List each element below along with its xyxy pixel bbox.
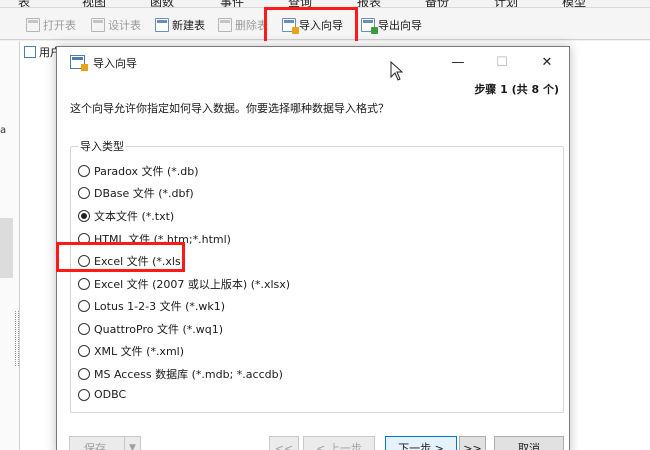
- new-table-icon: [155, 18, 169, 32]
- dialog-titlebar[interactable]: 导入向导 — ☐ ✕: [57, 47, 569, 77]
- menu-function[interactable]: 函数: [150, 0, 174, 7]
- option-label: QuattroPro 文件 (*.wq1): [94, 323, 224, 336]
- navigation-pane: a: [0, 41, 20, 450]
- option-label: Lotus 1-2-3 文件 (*.wk1): [94, 300, 226, 313]
- design-table-icon: [91, 18, 105, 32]
- close-button[interactable]: ✕: [525, 47, 569, 77]
- import-type-label: 导入类型: [78, 138, 126, 154]
- option-label: 文本文件 (*.txt): [94, 210, 175, 223]
- table-icon: [24, 46, 36, 58]
- step-indicator: 步骤 1 (共 8 个): [474, 83, 559, 96]
- minimize-button[interactable]: —: [436, 47, 480, 77]
- dialog-title: 导入向导: [93, 57, 137, 70]
- radio-button[interactable]: [78, 300, 90, 312]
- option-text[interactable]: 文本文件 (*.txt): [78, 208, 174, 224]
- export-wizard-button[interactable]: 导出向导: [361, 15, 422, 35]
- maximize-button[interactable]: ☐: [480, 47, 524, 77]
- option-quattropro[interactable]: QuattroPro 文件 (*.wq1): [78, 321, 223, 337]
- option-xml[interactable]: XML 文件 (*.xml): [78, 343, 184, 359]
- menu-model[interactable]: 模型: [562, 0, 586, 7]
- export-wizard-icon: [361, 18, 378, 34]
- delete-table-button[interactable]: 删除表: [218, 15, 268, 35]
- option-paradox[interactable]: Paradox 文件 (*.db): [78, 163, 199, 179]
- radio-button-selected[interactable]: [78, 210, 90, 222]
- radio-button[interactable]: [78, 323, 90, 335]
- option-dbase[interactable]: DBase 文件 (*.dbf): [78, 185, 194, 201]
- option-label: MS Access 数据库 (*.mdb; *.accdb): [94, 368, 283, 381]
- import-wizard-highlight: [264, 7, 358, 44]
- option-excel-xlsx[interactable]: Excel 文件 (2007 或以上版本) (*.xlsx): [78, 276, 290, 292]
- wizard-description: 这个向导允许你指定如何导入数据。你要选择哪种数据导入格式？: [70, 102, 389, 115]
- cancel-button[interactable]: 取消: [494, 436, 564, 450]
- pane-splitter[interactable]: [15, 311, 19, 366]
- new-table-button[interactable]: 新建表: [155, 15, 205, 35]
- option-lotus[interactable]: Lotus 1-2-3 文件 (*.wk1): [78, 298, 225, 314]
- radio-button[interactable]: [78, 345, 90, 357]
- option-odbc[interactable]: ODBC: [78, 388, 126, 401]
- chevron-down-icon[interactable]: ▼: [124, 437, 140, 450]
- radio-button[interactable]: [78, 278, 90, 290]
- next-button[interactable]: 下一步 >: [385, 436, 457, 450]
- option-label: Excel 文件 (2007 或以上版本) (*.xlsx): [94, 278, 291, 291]
- open-table-label: 打开表: [43, 19, 76, 32]
- option-label: Paradox 文件 (*.db): [94, 165, 199, 178]
- menu-backup[interactable]: 备份: [425, 0, 449, 7]
- menu-view[interactable]: 视图: [82, 0, 106, 7]
- open-table-icon: [26, 18, 40, 32]
- save-label: 保存: [84, 442, 106, 450]
- menu-report[interactable]: 报表: [357, 0, 381, 7]
- option-ms-access[interactable]: MS Access 数据库 (*.mdb; *.accdb): [78, 366, 283, 382]
- design-table-button[interactable]: 设计表: [91, 15, 141, 35]
- import-wizard-icon: [70, 55, 88, 71]
- radio-button[interactable]: [78, 388, 90, 401]
- radio-button[interactable]: [78, 368, 90, 380]
- nav-scrollbar[interactable]: [0, 218, 13, 278]
- radio-button[interactable]: [78, 187, 90, 199]
- first-step-button[interactable]: <<: [269, 436, 299, 450]
- mouse-cursor-icon: [390, 61, 404, 81]
- dialog-footer: 保存 ▼ << < 上一步 下一步 > >> 取消: [57, 431, 569, 450]
- menu-table[interactable]: 表: [18, 0, 30, 7]
- design-table-label: 设计表: [108, 19, 141, 32]
- previous-button[interactable]: < 上一步: [303, 436, 375, 450]
- delete-table-icon: [218, 18, 232, 32]
- open-table-button[interactable]: 打开表: [26, 15, 76, 35]
- save-button[interactable]: 保存 ▼: [69, 436, 141, 450]
- excel-option-highlight: [56, 242, 185, 272]
- import-type-group: 导入类型 Paradox 文件 (*.db) DBase 文件 (*.dbf) …: [70, 138, 564, 413]
- radio-button[interactable]: [78, 165, 90, 177]
- option-label: DBase 文件 (*.dbf): [94, 187, 194, 200]
- option-label: XML 文件 (*.xml): [94, 345, 185, 358]
- menu-schedule[interactable]: 计划: [494, 0, 518, 7]
- last-step-button[interactable]: >>: [459, 436, 486, 450]
- nav-label: a: [0, 125, 7, 136]
- new-table-label: 新建表: [172, 19, 205, 32]
- option-label: ODBC: [94, 388, 127, 401]
- menu-event[interactable]: 事件: [220, 0, 244, 7]
- export-wizard-label: 导出向导: [378, 19, 422, 32]
